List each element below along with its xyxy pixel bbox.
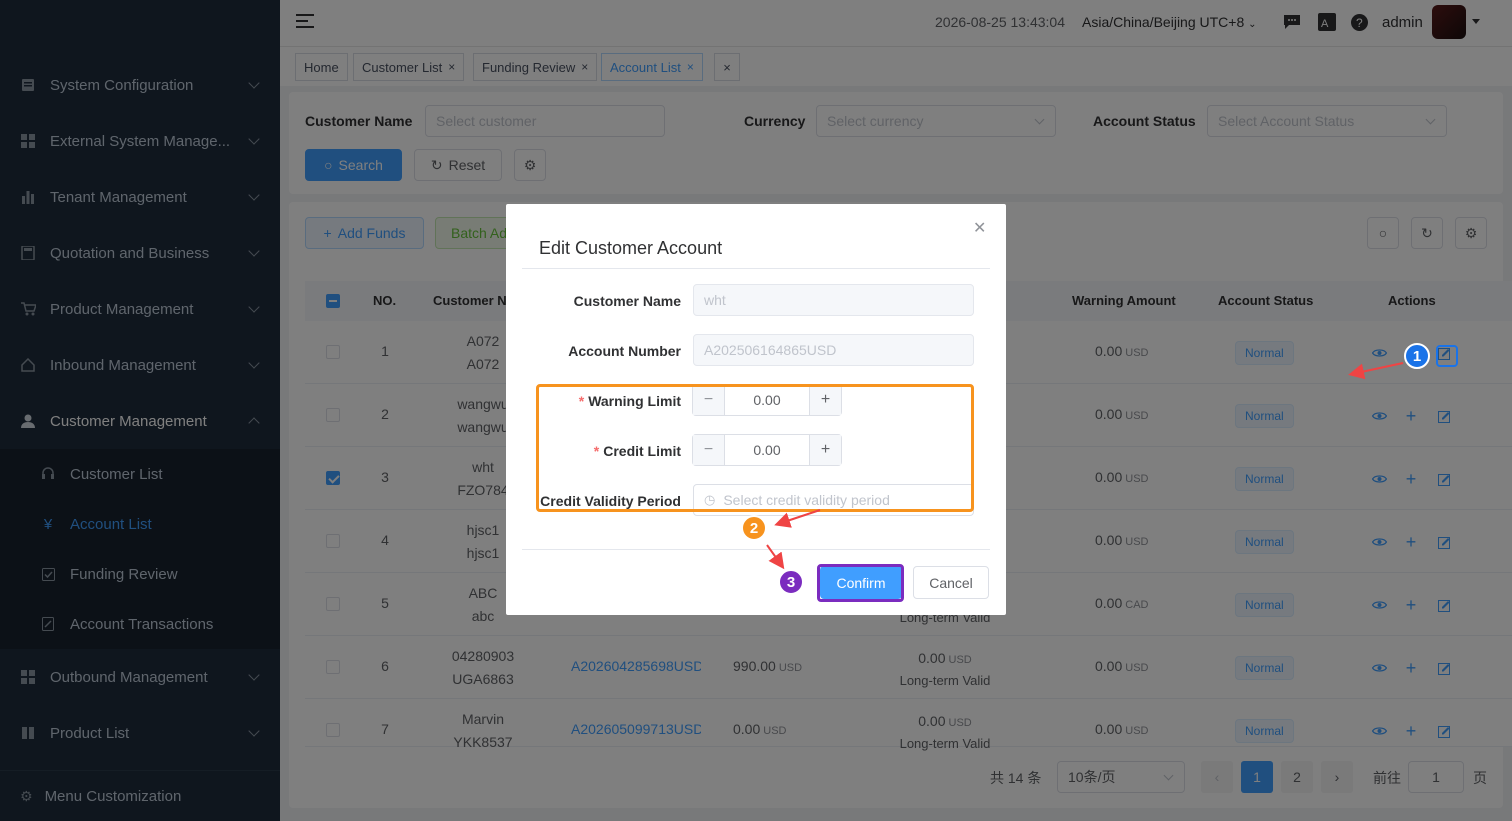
arrow-2 [774,509,821,528]
arrow-3 [766,544,785,570]
step-badge-3: 3 [778,569,804,595]
annotation-arrows [766,362,1404,570]
arrow-1 [1348,362,1404,380]
step-badge-1: 1 [1404,343,1430,369]
step-badge-2: 2 [741,515,767,541]
